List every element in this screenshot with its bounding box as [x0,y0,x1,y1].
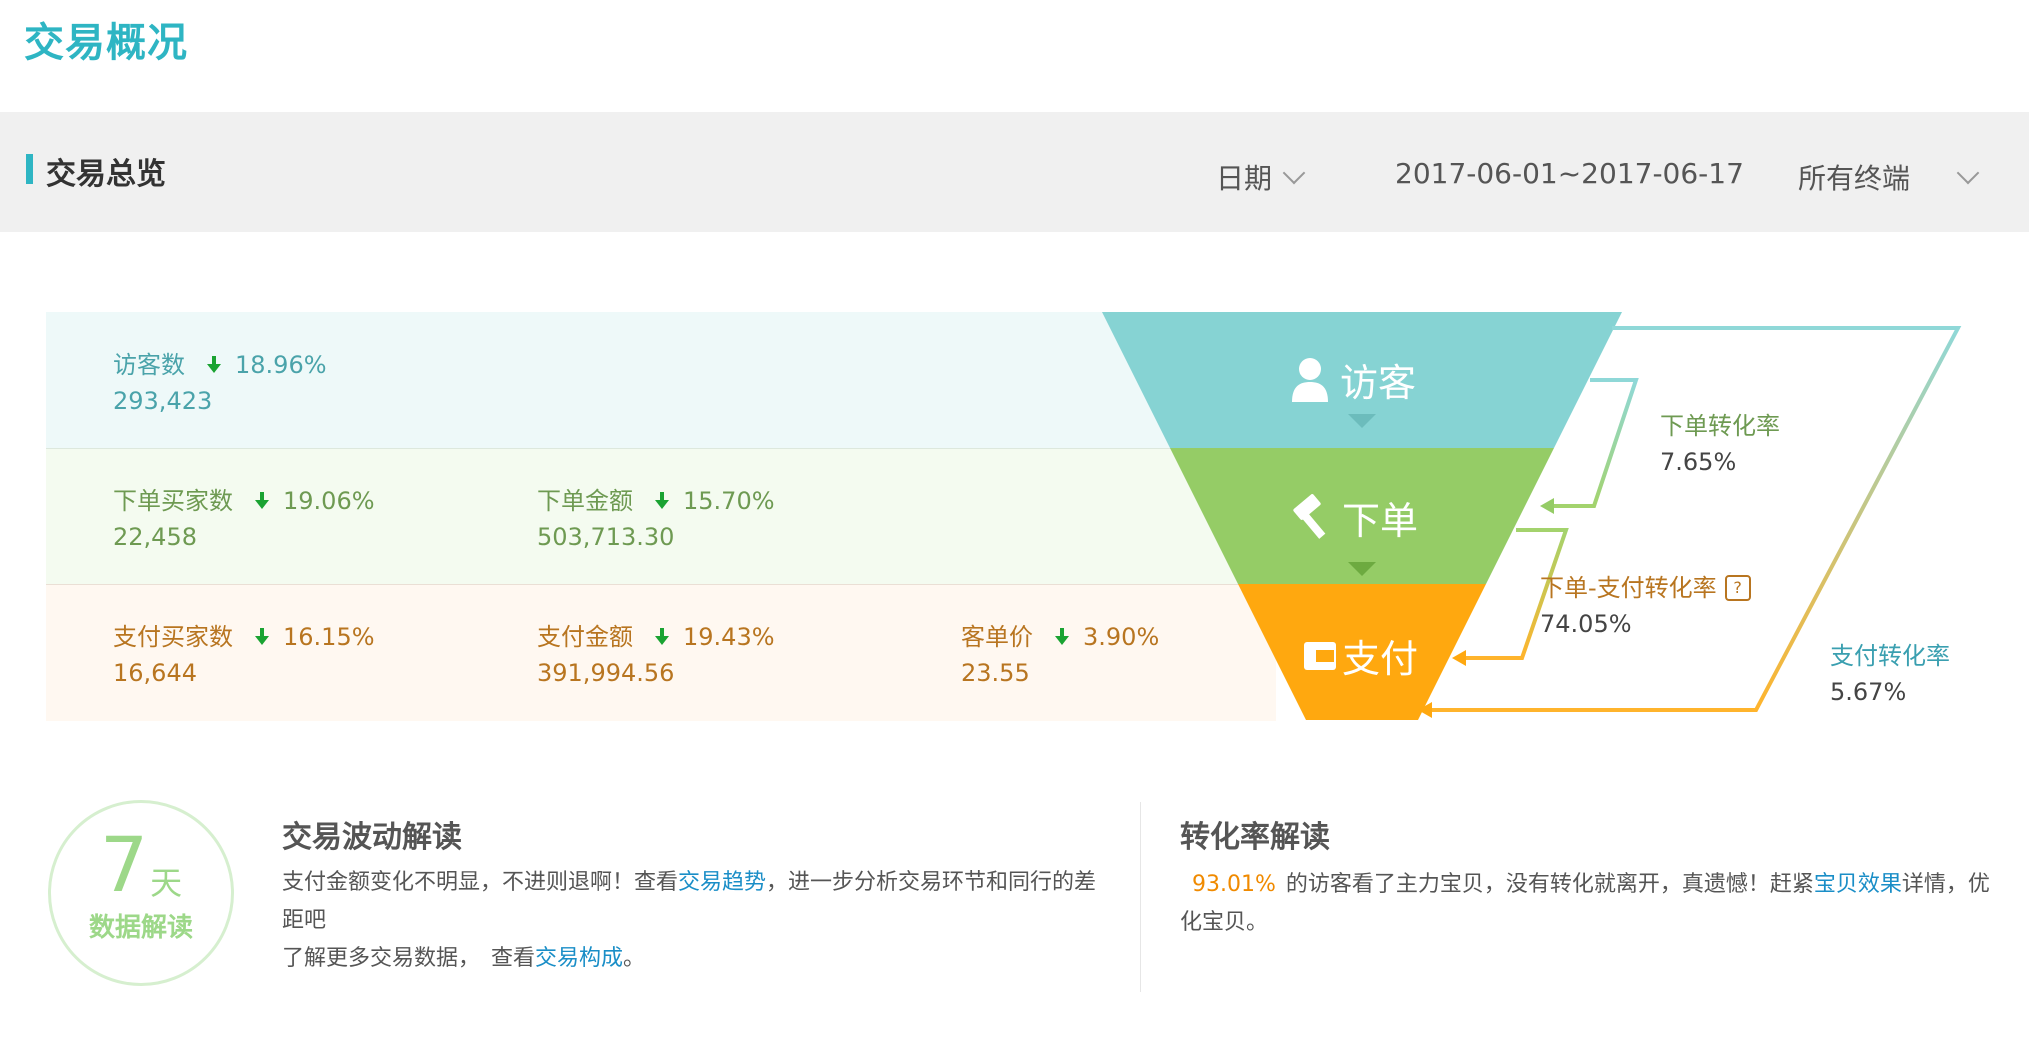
wallet-icon [1304,641,1336,670]
stage-label: 访客 [1340,361,1417,405]
conversion-interp-title: 转化率解读 [1180,820,1330,855]
order-rate-arrowhead [1540,498,1554,514]
highlight-percent: 93.01% [1192,872,1276,897]
badge-number: 7 [99,820,149,909]
text-segment: 了解更多交易数据， 查看 [282,946,536,971]
conversion-interp-text: 93.01% 的访客看了主力宝贝，没有转化就离开，真遗憾！赶紧宝贝效果详情，优化宝… [1180,866,2000,942]
trade-composition-link[interactable]: 交易构成 [535,946,623,971]
pay-rate-block: 支付转化率 5.67% [1830,638,1950,710]
item-effect-link[interactable]: 宝贝效果 [1814,872,1902,897]
badge-unit: 天 [150,864,183,902]
stage-label: 支付 [1342,637,1419,681]
fluctuation-title: 交易波动解读 [282,820,462,855]
seven-day-badge: 7 天 数据解读 [48,800,234,986]
funnel-label-order: 下单 [1290,490,1418,545]
help-icon[interactable]: ? [1724,575,1751,601]
order-pay-rate-arrowhead [1452,650,1466,666]
conv-value: 7.65% [1660,448,1737,476]
trade-trend-link[interactable]: 交易趋势 [678,870,766,895]
text-segment: 支付金额变化不明显，不进则退啊！查看 [282,870,679,895]
conv-value: 5.67% [1830,678,1907,706]
order-pay-rate-block: 下单-支付转化率 ? 74.05% [1540,570,1751,642]
conv-value: 74.05% [1540,610,1632,638]
conv-label: 下单转化率 [1660,412,1780,440]
user-icon [1292,357,1328,402]
stage-label: 下单 [1342,499,1419,543]
hammer-icon [1293,493,1326,539]
text-segment: 。 [623,946,646,971]
conv-label: 支付转化率 [1830,642,1950,670]
text-segment: 的访客看了主力宝贝，没有转化就离开，真遗憾！赶紧 [1285,872,1814,897]
funnel-label-visitor: 访客 [1290,352,1416,407]
order-rate-block: 下单转化率 7.65% [1660,408,1780,480]
funnel-label-pay: 支付 [1302,628,1418,683]
badge-caption: 数据解读 [88,913,193,943]
conv-label: 下单-支付转化率 [1540,574,1717,602]
divider [1140,802,1141,992]
fluctuation-text: 支付金额变化不明显，不进则退啊！查看交易趋势，进一步分析交易环节和同行的差距吧 … [282,864,1112,978]
